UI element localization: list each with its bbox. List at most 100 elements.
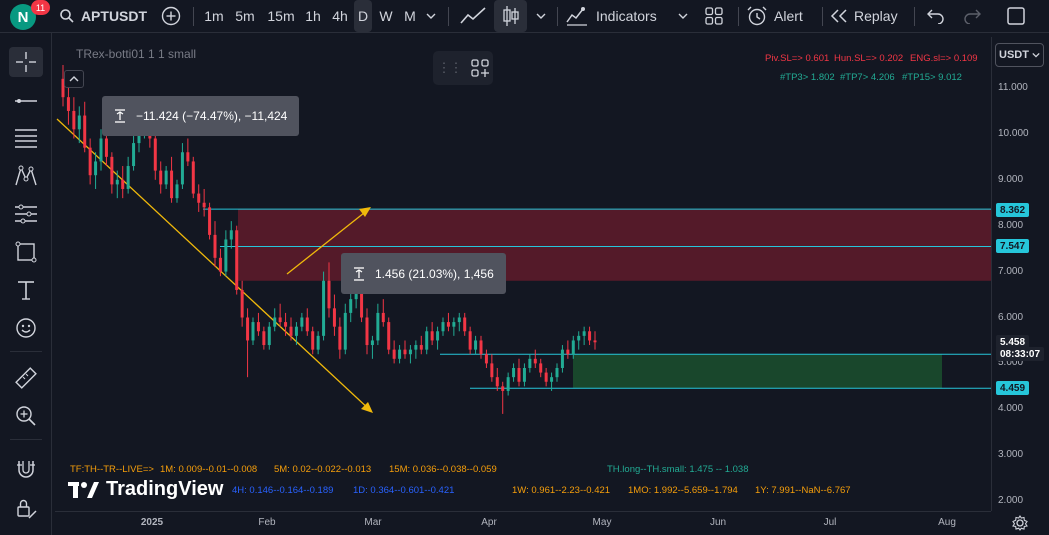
drawing-toolbar bbox=[0, 33, 52, 535]
price-axis[interactable]: 11.000 10.000 9.000 8.000 7.000 6.000 5.000 4.0… bbox=[991, 37, 1049, 511]
candle-body bbox=[436, 331, 440, 341]
top-toolbar: N 11 APTUSDT 1m 5m 15m 1h 4h D W M Indicators A… bbox=[0, 0, 1049, 33]
candle-body bbox=[582, 331, 586, 336]
patterns-tool[interactable] bbox=[9, 161, 43, 191]
tradingview-logo[interactable]: TradingView bbox=[68, 478, 223, 501]
candle-body bbox=[560, 349, 564, 368]
magnet-tool[interactable] bbox=[9, 455, 43, 485]
add-grid-icon[interactable] bbox=[470, 59, 489, 77]
candle-body bbox=[512, 367, 516, 378]
symbol-search-button[interactable]: APTUSDT bbox=[58, 0, 148, 32]
zoom-tool[interactable] bbox=[9, 401, 43, 431]
time-tick-label: 2025 bbox=[140, 517, 164, 528]
d1-info: 1D: 0.364--0.601--0.421 bbox=[353, 485, 455, 496]
candle-body bbox=[316, 335, 320, 350]
time-axis[interactable]: 2025 Feb Mar Apr May Jun Jul Aug bbox=[55, 511, 991, 535]
measurement-text: 1.456 (21.03%), 1,456 bbox=[375, 266, 494, 281]
candle-body bbox=[588, 331, 592, 341]
fib-tool[interactable] bbox=[9, 123, 43, 153]
mo1-info: 1MO: 1.992--5.659--1.794 bbox=[628, 485, 738, 496]
y1-info: 1Y: 7.991--NaN--6.767 bbox=[755, 485, 851, 496]
measurement-label-1[interactable]: −11.424 (−74.47%), −11,424 bbox=[102, 96, 300, 136]
drag-handle-icon[interactable]: ⋮⋮ bbox=[438, 60, 463, 76]
eng-sl-info: ENG.sl=> 0.109 bbox=[910, 53, 978, 64]
candle-body bbox=[425, 331, 429, 350]
th-info: TH.long--TH.small: 1.475 -- 1.038 bbox=[607, 464, 749, 475]
interval-15m-button[interactable]: 15m bbox=[264, 0, 298, 32]
candle-body bbox=[349, 299, 353, 313]
chart-settings-button[interactable] bbox=[1010, 514, 1030, 532]
candle-body bbox=[208, 207, 212, 235]
interval-5m-button[interactable]: 5m bbox=[231, 0, 259, 32]
candle-body bbox=[484, 354, 488, 364]
interval-1m-button[interactable]: 1m bbox=[200, 0, 228, 32]
notification-count: 11 bbox=[35, 2, 46, 13]
crosshair-tool[interactable] bbox=[9, 47, 43, 77]
price-tick-label: 10.000 bbox=[998, 127, 1029, 139]
notification-badge: 11 bbox=[31, 0, 50, 15]
lock-drawings-tool[interactable] bbox=[9, 493, 43, 523]
forecasting-tool[interactable] bbox=[9, 199, 43, 229]
interval-4h-button[interactable]: 4h bbox=[329, 0, 351, 32]
indicators-dropdown[interactable] bbox=[674, 0, 692, 32]
shapes-tool[interactable] bbox=[9, 237, 43, 267]
time-tick-label: Feb bbox=[258, 517, 276, 528]
candles-chart-button[interactable] bbox=[494, 0, 527, 32]
indicator-title[interactable]: TRex-botti01 1 1 small bbox=[76, 47, 196, 61]
indicators-button[interactable]: Indicators bbox=[566, 0, 666, 32]
candle-body bbox=[387, 322, 391, 350]
grid-icon bbox=[705, 7, 723, 25]
candle-body bbox=[77, 115, 81, 130]
horizontal-line-icon bbox=[15, 99, 37, 103]
interval-1h-button[interactable]: 1h bbox=[302, 0, 324, 32]
symbol-name: APTUSDT bbox=[80, 8, 148, 24]
fibonacci-icon bbox=[15, 129, 37, 148]
candle-body bbox=[262, 331, 266, 346]
candle-body bbox=[197, 193, 201, 203]
measurement-label-2[interactable]: 1.456 (21.03%), 1,456 bbox=[341, 253, 506, 294]
add-symbol-button[interactable] bbox=[158, 0, 184, 32]
candle-body bbox=[577, 335, 581, 341]
alert-button[interactable]: Alert bbox=[746, 0, 816, 32]
line-chart-button[interactable] bbox=[455, 0, 491, 32]
candle-body bbox=[495, 377, 499, 387]
candle-body bbox=[398, 349, 402, 359]
alarm-clock-icon bbox=[747, 6, 767, 26]
chart-type-dropdown[interactable] bbox=[532, 0, 550, 32]
interval-label: 1m bbox=[204, 8, 224, 24]
candle-body bbox=[186, 152, 190, 162]
interval-dropdown[interactable] bbox=[422, 0, 440, 32]
price-tick-label: 2.000 bbox=[998, 495, 1024, 507]
fullscreen-button[interactable] bbox=[1000, 0, 1032, 32]
magnet-icon bbox=[17, 461, 35, 478]
interval-d-button[interactable]: D bbox=[354, 0, 372, 32]
replay-button[interactable]: Replay bbox=[830, 0, 906, 32]
trend-line-tool[interactable] bbox=[9, 86, 43, 116]
candle-body bbox=[533, 358, 537, 364]
logo-text: TradingView bbox=[106, 478, 224, 500]
candle-body bbox=[468, 331, 472, 350]
candle-body bbox=[381, 312, 385, 323]
measure-tool[interactable] bbox=[9, 363, 43, 393]
layouts-button[interactable] bbox=[700, 0, 728, 32]
text-tool[interactable] bbox=[9, 275, 43, 305]
toolbar-divider bbox=[10, 351, 42, 352]
m1-info: 1M: 0.009--0.01--0.008 bbox=[160, 464, 258, 475]
collapse-legend-button[interactable] bbox=[64, 70, 84, 88]
demand-zone bbox=[573, 354, 942, 389]
interval-m-button[interactable]: M bbox=[401, 0, 419, 32]
undo-button[interactable] bbox=[922, 0, 950, 32]
price-tick-label: 6.000 bbox=[998, 311, 1024, 323]
price-tag: 7.547 bbox=[996, 239, 1030, 253]
candle-body bbox=[300, 317, 304, 327]
emoji-tool[interactable] bbox=[9, 313, 43, 343]
interval-w-button[interactable]: W bbox=[375, 0, 397, 32]
candle-body bbox=[419, 345, 423, 350]
candle-body bbox=[159, 170, 163, 185]
candle-body bbox=[251, 322, 255, 341]
undo-icon bbox=[927, 9, 944, 24]
candle-body bbox=[593, 340, 597, 343]
candle-body bbox=[403, 349, 407, 355]
redo-button[interactable] bbox=[958, 0, 986, 32]
candle-body bbox=[305, 317, 309, 332]
